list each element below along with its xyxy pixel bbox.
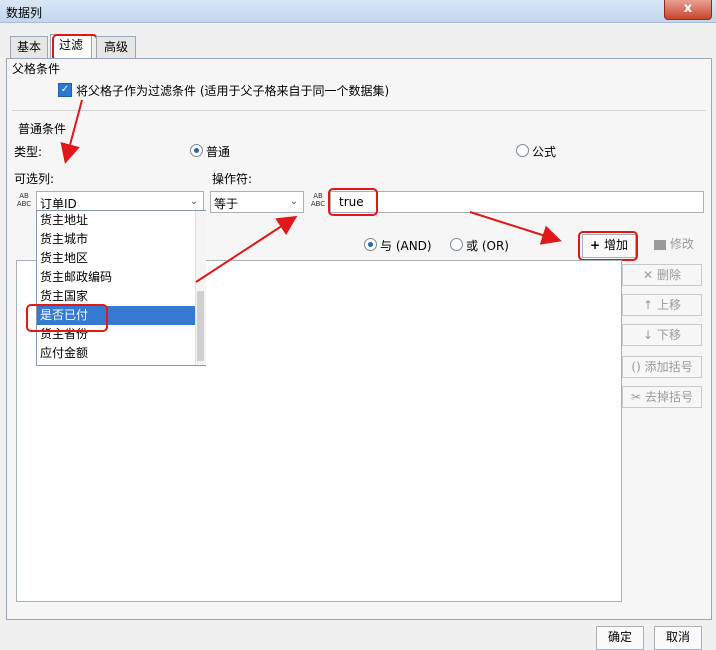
arrow-tab-to-column	[60, 99, 83, 164]
annotation-arrows	[60, 99, 562, 283]
arrow-value-to-add	[469, 211, 562, 245]
arrow-item-to-value	[195, 215, 298, 283]
